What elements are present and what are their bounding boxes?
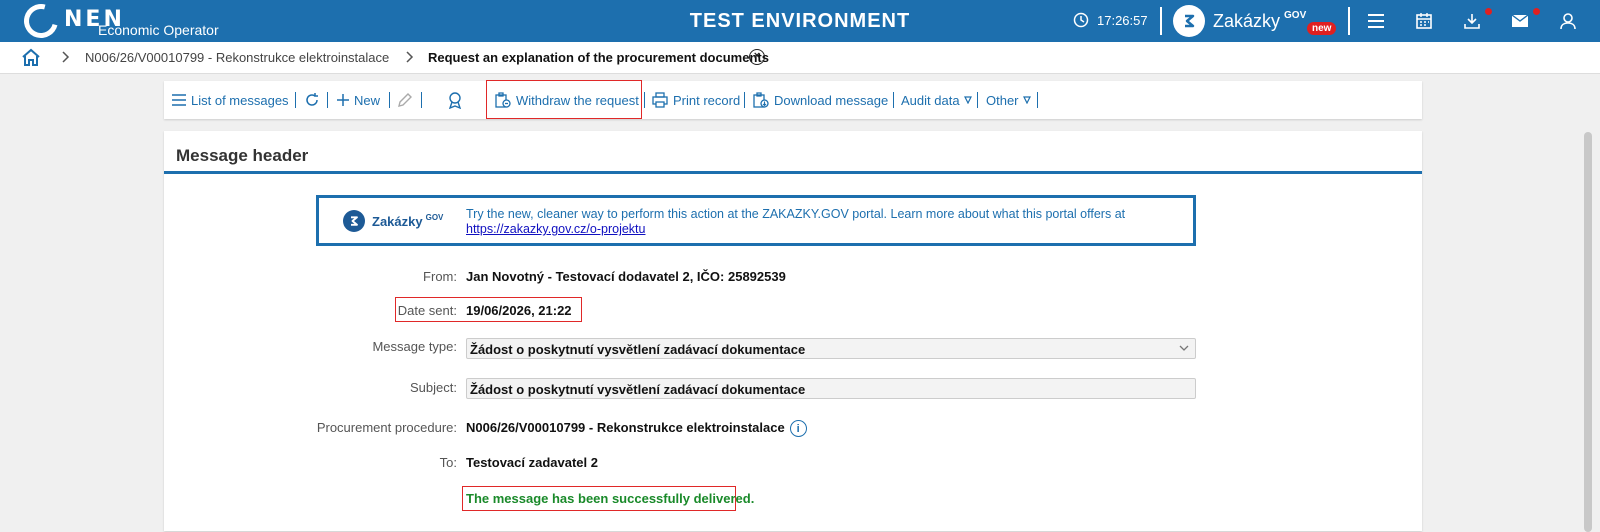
top-bar: NEN Economic Operator TEST ENVIRONMENT 1… bbox=[0, 0, 1600, 45]
menu-icon[interactable] bbox=[1365, 10, 1387, 32]
from-label: From: bbox=[423, 269, 457, 284]
message-type-label: Message type: bbox=[372, 339, 457, 354]
triangle-down-icon bbox=[1022, 96, 1031, 104]
new-badge: new bbox=[1307, 22, 1337, 35]
subject-field[interactable]: Žádost o poskytnutí vysvětlení zadávací … bbox=[466, 378, 1196, 399]
chevron-right-icon bbox=[62, 51, 70, 63]
toolbar-divider bbox=[327, 92, 328, 108]
info-icon[interactable]: i bbox=[789, 420, 807, 438]
delivery-status: The message has been successfully delive… bbox=[466, 491, 755, 506]
award-button[interactable] bbox=[447, 81, 468, 119]
list-messages-button[interactable]: List of messages bbox=[172, 81, 289, 119]
chevron-down-icon bbox=[1179, 345, 1189, 351]
zakazky-logo-icon bbox=[1173, 5, 1205, 37]
message-type-value: Žádost o poskytnutí vysvětlení zadávací … bbox=[470, 342, 806, 357]
from-value: Jan Novotný - Testovací dodavatel 2, IČO… bbox=[466, 269, 786, 284]
other-label: Other bbox=[986, 92, 1019, 108]
subject-value: Žádost o poskytnutí vysvětlení zadávací … bbox=[470, 382, 806, 397]
zakazky-logo-icon bbox=[343, 210, 365, 232]
toolbar-divider bbox=[389, 92, 390, 108]
toolbar-divider bbox=[295, 92, 296, 108]
refresh-icon bbox=[306, 93, 318, 106]
subject-label: Subject: bbox=[410, 380, 457, 395]
notification-dot bbox=[1533, 8, 1540, 15]
edit-button[interactable] bbox=[397, 81, 418, 119]
nen-logo-icon bbox=[17, 0, 65, 45]
plus-icon bbox=[337, 94, 349, 106]
audit-label: Audit data bbox=[901, 92, 960, 108]
environment-title: TEST ENVIRONMENT bbox=[689, 10, 911, 32]
toolbar-divider bbox=[893, 92, 894, 108]
print-label: Print record bbox=[673, 92, 741, 108]
download-message-button[interactable]: Download message bbox=[753, 81, 888, 119]
triangle-down-icon bbox=[963, 96, 972, 104]
divider bbox=[1160, 7, 1162, 35]
message-type-select[interactable]: Žádost o poskytnutí vysvětlení zadávací … bbox=[466, 338, 1196, 359]
mail-icon[interactable] bbox=[1509, 10, 1531, 32]
promo-text: Try the new, cleaner way to perform this… bbox=[466, 207, 1125, 237]
promo-logo: Zakázky GOV bbox=[343, 210, 443, 232]
zakazky-name: Zakázky bbox=[1213, 10, 1281, 31]
close-icon[interactable]: × bbox=[749, 49, 765, 65]
toolbar-divider bbox=[744, 92, 745, 108]
breadcrumb-current: Request an explanation of the procuremen… bbox=[428, 50, 769, 65]
new-button[interactable]: New bbox=[337, 81, 380, 119]
pencil-icon bbox=[398, 93, 412, 107]
breadcrumb-procedure-link[interactable]: N006/26/V00010799 - Rekonstrukce elektro… bbox=[85, 50, 389, 65]
message-header-panel: Message header bbox=[164, 131, 1422, 531]
promo-link[interactable]: https://zakazky.gov.cz/o-projektu bbox=[466, 222, 1125, 237]
clock-icon bbox=[1073, 12, 1089, 28]
home-icon[interactable] bbox=[22, 48, 40, 69]
date-sent-value: 19/06/2026, 21:22 bbox=[466, 303, 572, 318]
promo-message: Try the new, cleaner way to perform this… bbox=[466, 207, 1126, 221]
user-role: Economic Operator bbox=[98, 22, 219, 38]
procedure-text[interactable]: N006/26/V00010799 - Rekonstrukce elektro… bbox=[466, 420, 785, 435]
session-clock: 17:26:57 bbox=[1073, 12, 1148, 28]
highlight-box bbox=[486, 80, 642, 119]
other-dropdown[interactable]: Other bbox=[986, 81, 1036, 119]
to-value: Testovací zadavatel 2 bbox=[466, 455, 598, 470]
chevron-right-icon bbox=[406, 51, 414, 63]
user-icon[interactable] bbox=[1557, 10, 1579, 32]
procurement-procedure-value: N006/26/V00010799 - Rekonstrukce elektro… bbox=[466, 420, 807, 438]
procurement-procedure-label: Procurement procedure: bbox=[316, 420, 457, 435]
zakazky-portal-link[interactable]: Zakázky GOV new bbox=[1173, 5, 1337, 37]
date-sent-label: Date sent: bbox=[397, 303, 457, 318]
list-icon bbox=[172, 94, 186, 106]
print-record-button[interactable]: Print record bbox=[652, 81, 740, 119]
breadcrumb: N006/26/V00010799 - Rekonstrukce elektro… bbox=[0, 42, 1600, 74]
panel-title: Message header bbox=[164, 131, 1422, 174]
refresh-button[interactable] bbox=[304, 81, 325, 119]
toolbar-divider bbox=[421, 92, 422, 108]
download-label: Download message bbox=[774, 92, 889, 108]
promo-name: Zakázky bbox=[372, 213, 423, 229]
toolbar: List of messages New Withdraw the reques… bbox=[164, 80, 1422, 119]
list-messages-label: List of messages bbox=[191, 92, 289, 108]
zakazky-sup: GOV bbox=[1284, 9, 1307, 21]
download-doc-icon bbox=[753, 92, 769, 108]
calendar-icon[interactable] bbox=[1413, 10, 1435, 32]
toolbar-divider bbox=[1037, 92, 1038, 108]
scrollbar[interactable] bbox=[1584, 132, 1592, 532]
divider bbox=[1348, 7, 1350, 35]
toolbar-divider bbox=[977, 92, 978, 108]
zakazky-promo-banner: Zakázky GOV Try the new, cleaner way to … bbox=[316, 195, 1196, 246]
printer-icon bbox=[652, 92, 668, 108]
award-icon bbox=[448, 92, 462, 109]
toolbar-divider bbox=[644, 92, 645, 108]
new-label: New bbox=[354, 92, 381, 108]
to-label: To: bbox=[439, 455, 457, 470]
notification-dot bbox=[1485, 8, 1492, 15]
audit-data-dropdown[interactable]: Audit data bbox=[901, 81, 977, 119]
promo-sup: GOV bbox=[425, 212, 444, 222]
download-icon[interactable] bbox=[1461, 10, 1483, 32]
clock-time: 17:26:57 bbox=[1097, 12, 1148, 28]
